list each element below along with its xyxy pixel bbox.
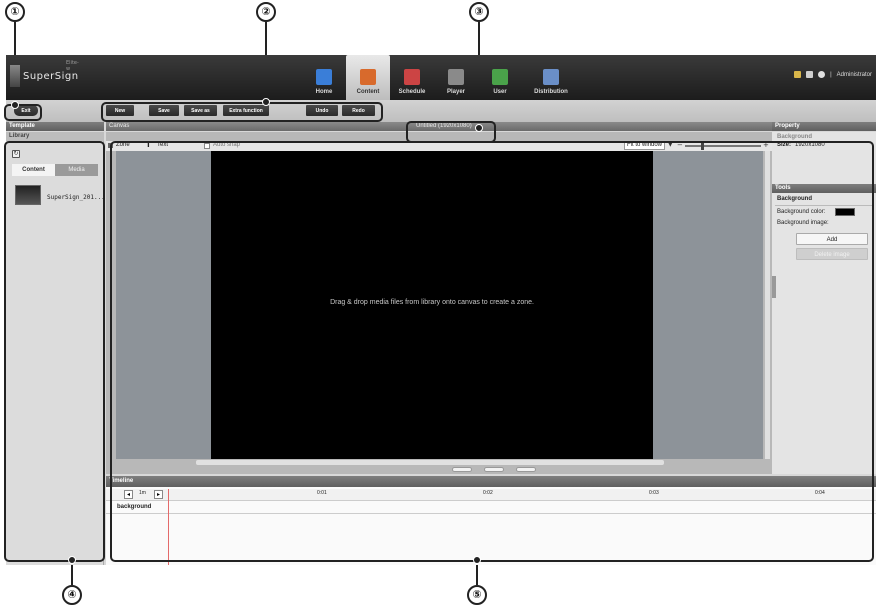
callout-5-frame [110,141,874,562]
player-icon [448,69,464,85]
callout-4-line [71,563,73,585]
callout-2-frame [101,102,383,122]
property-header: Property [772,122,876,131]
callout-3-dot [475,124,483,132]
callout-1-frame [4,104,42,121]
nav-item-distribution[interactable]: Distribution [522,55,580,100]
callout-1-dot [11,101,19,109]
top-bar: SuperSign Elite-w Home Content Schedule Pla… [6,55,876,100]
nav-item-content[interactable]: Content [346,55,390,100]
distribution-icon [543,69,559,85]
nav-item-schedule[interactable]: Schedule [390,55,434,100]
main-nav: Home Content Schedule Player User Distributio… [302,55,580,100]
home-icon [316,69,332,85]
top-right-tools: | Administrator [794,71,872,78]
alert-icon[interactable] [794,71,802,78]
monitor-icon[interactable] [806,71,814,78]
calendar-icon [404,69,420,85]
nav-label: Distribution [534,89,568,95]
gear-icon[interactable] [818,71,826,78]
callout-5-dot [473,556,481,564]
callout-5-line [476,563,478,585]
callout-3-frame [406,121,496,143]
template-header: Template [6,122,104,131]
callout-4-dot [68,556,76,564]
callout-1: ① [5,2,25,22]
library-header: Library [6,132,104,141]
nav-label: Schedule [398,89,426,95]
nav-item-user[interactable]: User [478,55,522,100]
nav-item-home[interactable]: Home [302,55,346,100]
callout-2-dot [262,98,270,106]
property-section-title: Background [777,134,813,140]
brand-name: SuperSign [23,70,79,82]
user-icon [492,69,508,85]
callout-2: ② [256,2,276,22]
nav-label: Home [315,89,333,95]
callout-5: ⑤ [467,585,487,605]
callout-4: ④ [62,585,82,605]
brand-logo: SuperSign Elite-w [10,60,79,87]
nav-label: User [493,89,507,95]
brand-mark-icon [10,65,20,87]
user-name[interactable]: Administrator [837,72,872,78]
callout-3: ③ [469,2,489,22]
brand-edition: Elite-w [66,60,79,72]
nav-label: Player [446,89,465,95]
separator: | [830,71,832,78]
clapperboard-icon [360,69,376,85]
callout-4-frame [4,141,105,562]
nav-label: Content [356,89,380,95]
nav-item-player[interactable]: Player [434,55,478,100]
canvas-header: Canvas [106,122,406,131]
